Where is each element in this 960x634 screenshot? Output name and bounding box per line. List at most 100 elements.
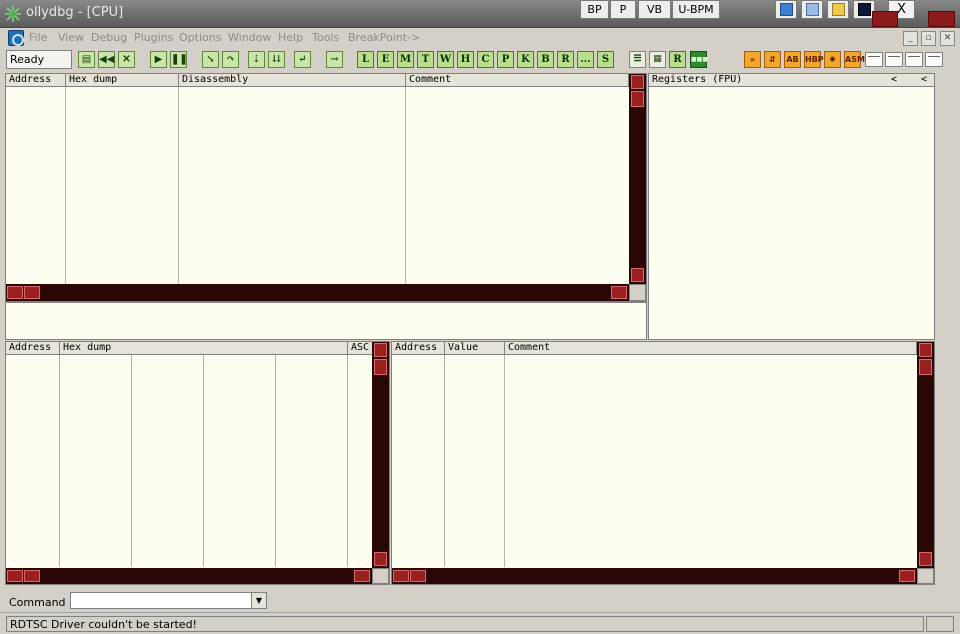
merge-button[interactable]: ⇵ — [764, 51, 781, 68]
blank-button[interactable] — [885, 52, 903, 67]
handles-button[interactable]: H — [457, 51, 474, 68]
modules-button[interactable]: E — [377, 51, 394, 68]
go-to-button[interactable]: → — [326, 51, 343, 68]
breakpoints-button[interactable]: B — [537, 51, 554, 68]
scroll-up-button[interactable] — [374, 343, 387, 357]
log-window-button[interactable]: L — [357, 51, 374, 68]
blank-button[interactable] — [865, 52, 883, 67]
trace-into-button[interactable]: ⇣ — [248, 51, 265, 68]
scroll-right-button[interactable] — [611, 286, 627, 299]
open-button[interactable]: ▤ — [78, 51, 95, 68]
memory-button[interactable]: M — [397, 51, 414, 68]
mdi-close-button[interactable]: ✕ — [940, 31, 955, 46]
references-button[interactable]: R — [557, 51, 574, 68]
command-dropdown-button[interactable]: ▼ — [251, 593, 266, 608]
scroll-down-button[interactable] — [631, 268, 644, 282]
menu-debug[interactable]: Debug — [91, 31, 127, 44]
column-header-address[interactable]: Address — [392, 342, 445, 355]
title-bar[interactable]: ollydbg - [CPU] BP P VB U-BPM X — [0, 0, 960, 28]
scroll-thumb[interactable] — [374, 359, 387, 375]
trace-over-button[interactable]: ⇊ — [268, 51, 285, 68]
menu-view[interactable]: View — [58, 31, 84, 44]
threads-button[interactable]: T — [417, 51, 434, 68]
next-register-set-button[interactable]: < — [921, 74, 927, 85]
settings-button[interactable]: ✹ — [824, 51, 841, 68]
step-over-button[interactable]: ↷ — [222, 51, 239, 68]
run-trace-button[interactable]: ... — [577, 51, 594, 68]
menu-options[interactable]: Options — [179, 31, 221, 44]
scroll-up-button[interactable] — [919, 343, 932, 357]
scroll-left-button[interactable] — [7, 570, 23, 582]
column-header-comment[interactable]: Comment — [505, 342, 917, 355]
scroll-left-button[interactable] — [393, 570, 409, 582]
scroll-thumb[interactable] — [410, 570, 426, 582]
menu-file[interactable]: File — [29, 31, 47, 44]
registers-button[interactable]: R — [669, 51, 686, 68]
disassembly-pane[interactable]: Address Hex dump Disassembly Comment — [5, 73, 647, 302]
column-header-hex-dump[interactable]: Hex dump — [66, 74, 179, 87]
scroll-thumb[interactable] — [24, 570, 40, 582]
vertical-scrollbar[interactable] — [917, 342, 934, 568]
cpu-button[interactable]: C — [477, 51, 494, 68]
menu-breakpoint[interactable]: BreakPoint-> — [348, 31, 420, 44]
menu-help[interactable]: Help — [278, 31, 303, 44]
blank-button[interactable] — [905, 52, 923, 67]
column-header-address[interactable]: Address — [6, 74, 66, 87]
windows-button[interactable]: W — [437, 51, 454, 68]
bookmark-button[interactable]: » — [744, 51, 761, 68]
ab-button[interactable]: AB — [784, 51, 801, 68]
hbp-button[interactable]: HBP — [804, 51, 824, 68]
list-button[interactable]: ☰ — [629, 51, 646, 68]
column-header-value[interactable]: Value — [445, 342, 505, 355]
stack-pane[interactable]: Address Value Comment — [391, 341, 935, 585]
close-program-button[interactable]: ✕ — [118, 51, 135, 68]
step-into-button[interactable]: ↘ — [202, 51, 219, 68]
menu-window[interactable]: Window — [228, 31, 271, 44]
column-header-hex-dump[interactable]: Hex dump — [60, 342, 348, 355]
scroll-thumb[interactable] — [919, 359, 932, 375]
vb-button[interactable]: VB — [638, 0, 671, 19]
scroll-down-button[interactable] — [374, 552, 387, 566]
command-input[interactable]: ▼ — [70, 592, 267, 609]
minimize-button[interactable]: _ — [903, 31, 918, 46]
restart-button[interactable]: ◀◀ — [98, 51, 115, 68]
vertical-scrollbar[interactable] — [629, 74, 646, 284]
registers-pane[interactable]: Registers (FPU) < < — [648, 73, 935, 340]
scroll-left-button[interactable] — [7, 286, 23, 299]
vertical-scrollbar[interactable] — [372, 342, 389, 568]
column-header-comment[interactable]: Comment — [406, 74, 629, 87]
system-menu-icon[interactable] — [8, 30, 24, 46]
menu-tools[interactable]: Tools — [312, 31, 339, 44]
folder-button[interactable] — [827, 0, 849, 19]
document-button[interactable] — [801, 0, 823, 19]
scroll-thumb[interactable] — [24, 286, 40, 299]
scroll-thumb[interactable] — [631, 91, 644, 107]
scroll-right-button[interactable] — [354, 570, 370, 582]
prev-register-set-button[interactable]: < — [891, 74, 897, 85]
horizontal-scrollbar[interactable] — [6, 568, 372, 584]
scroll-right-button[interactable] — [899, 570, 915, 582]
grid-button[interactable]: ▦ — [649, 51, 666, 68]
run-button[interactable]: ▶ — [150, 51, 167, 68]
patches-button[interactable]: P — [497, 51, 514, 68]
call-stack-button[interactable]: K — [517, 51, 534, 68]
pause-button[interactable]: ❚❚ — [170, 51, 188, 68]
execute-till-return-button[interactable]: ↵ — [294, 51, 311, 68]
column-header-address[interactable]: Address — [6, 342, 60, 355]
dump-pane[interactable]: Address Hex dump ASC — [5, 341, 390, 585]
info-pane[interactable] — [5, 302, 647, 340]
horizontal-scrollbar[interactable] — [392, 568, 917, 584]
bp-button[interactable]: BP — [580, 0, 609, 19]
source-button[interactable]: S — [597, 51, 614, 68]
cpu-monitor-button[interactable]: ■■■ — [690, 51, 708, 68]
blank-button[interactable] — [925, 52, 943, 67]
scroll-down-button[interactable] — [919, 552, 932, 566]
restore-button[interactable]: ▫ — [921, 31, 936, 46]
scroll-up-button[interactable] — [631, 75, 644, 89]
p-button[interactable]: P — [610, 0, 636, 19]
asm-button[interactable]: ASM — [844, 51, 865, 68]
column-header-disassembly[interactable]: Disassembly — [179, 74, 406, 87]
u-bpm-button[interactable]: U-BPM — [672, 0, 720, 19]
column-header-ascii[interactable]: ASC — [348, 342, 373, 355]
horizontal-scrollbar[interactable] — [6, 284, 629, 301]
